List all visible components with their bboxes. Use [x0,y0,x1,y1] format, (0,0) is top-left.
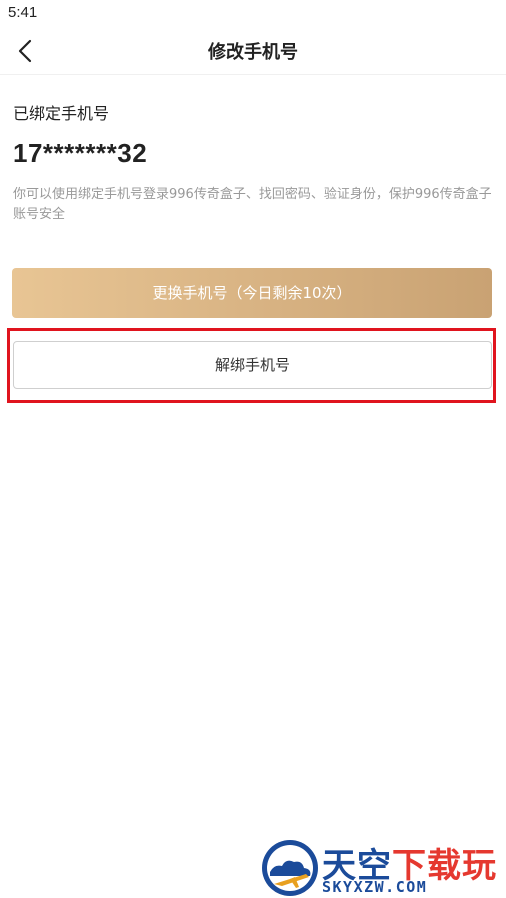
masked-phone-number: 17*******32 [13,138,148,168]
bound-phone-label: 已绑定手机号 [13,104,110,123]
status-time: 5:41 [8,4,38,21]
status-bar: 5:41 [0,0,506,28]
watermark: 天空下载玩 SKYXZW.COM [260,838,506,898]
page-title: 修改手机号 [208,42,298,63]
unbind-phone-button[interactable]: 解绑手机号 [13,341,492,389]
change-phone-button[interactable]: 更换手机号（今日剩余10次） [12,268,492,318]
watermark-en-text: SKYXZW.COM [322,878,428,896]
airplane-cloud-logo-icon [262,840,318,896]
nav-bar: 修改手机号 [0,28,506,75]
phone-usage-description: 你可以使用绑定手机号登录996传奇盒子、找回密码、验证身份，保护996传奇盒子账… [13,187,492,222]
